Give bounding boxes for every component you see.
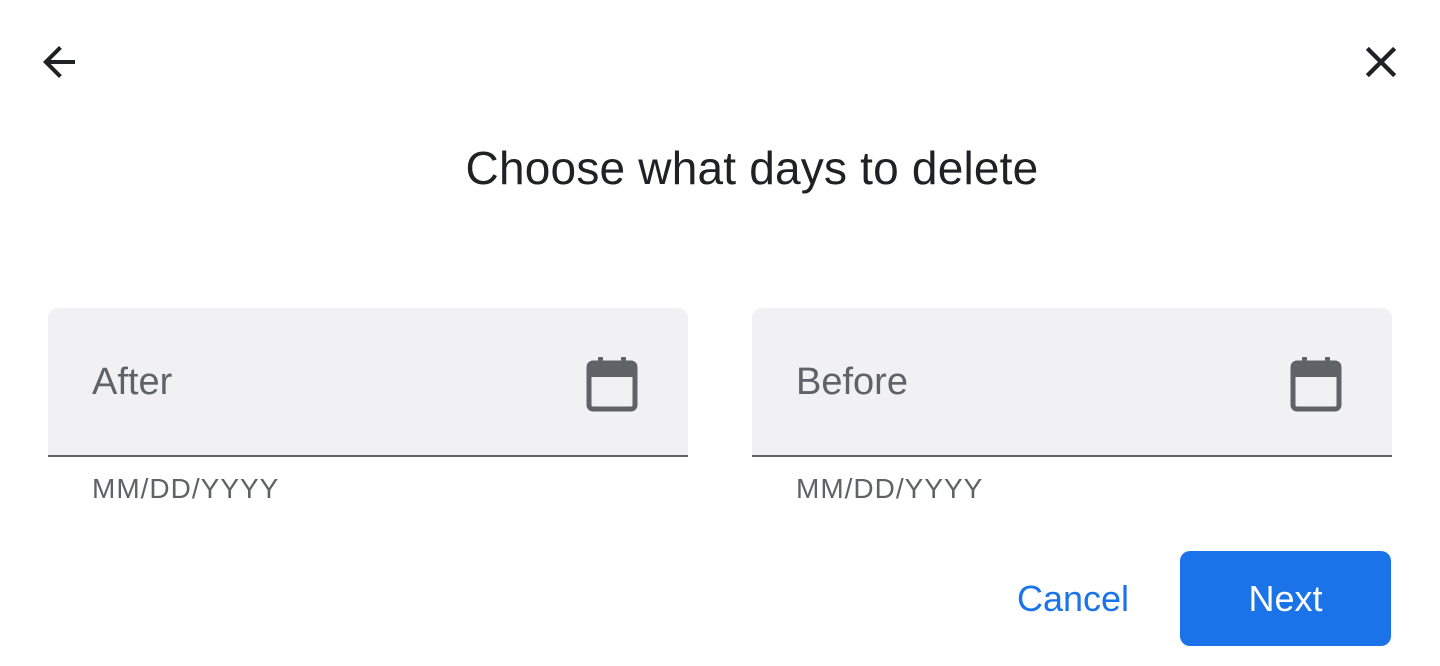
after-field-label: After xyxy=(92,361,173,403)
after-date-field[interactable]: After xyxy=(48,308,688,457)
back-button[interactable] xyxy=(27,30,91,94)
before-field-label: Before xyxy=(796,361,908,403)
arrow-back-icon xyxy=(43,46,75,78)
cancel-button[interactable]: Cancel xyxy=(992,552,1154,646)
before-calendar-button[interactable] xyxy=(1284,352,1348,416)
close-button[interactable] xyxy=(1349,30,1413,94)
after-calendar-button[interactable] xyxy=(580,352,644,416)
close-icon xyxy=(1365,46,1397,78)
before-date-field[interactable]: Before xyxy=(752,308,1392,457)
before-format-hint: MM/DD/YYYY xyxy=(796,473,984,504)
calendar-icon xyxy=(1290,357,1342,412)
next-button[interactable]: Next xyxy=(1180,551,1391,646)
after-format-hint: MM/DD/YYYY xyxy=(92,473,280,504)
dialog-title: Choose what days to delete xyxy=(465,142,1039,194)
calendar-icon xyxy=(586,357,638,412)
